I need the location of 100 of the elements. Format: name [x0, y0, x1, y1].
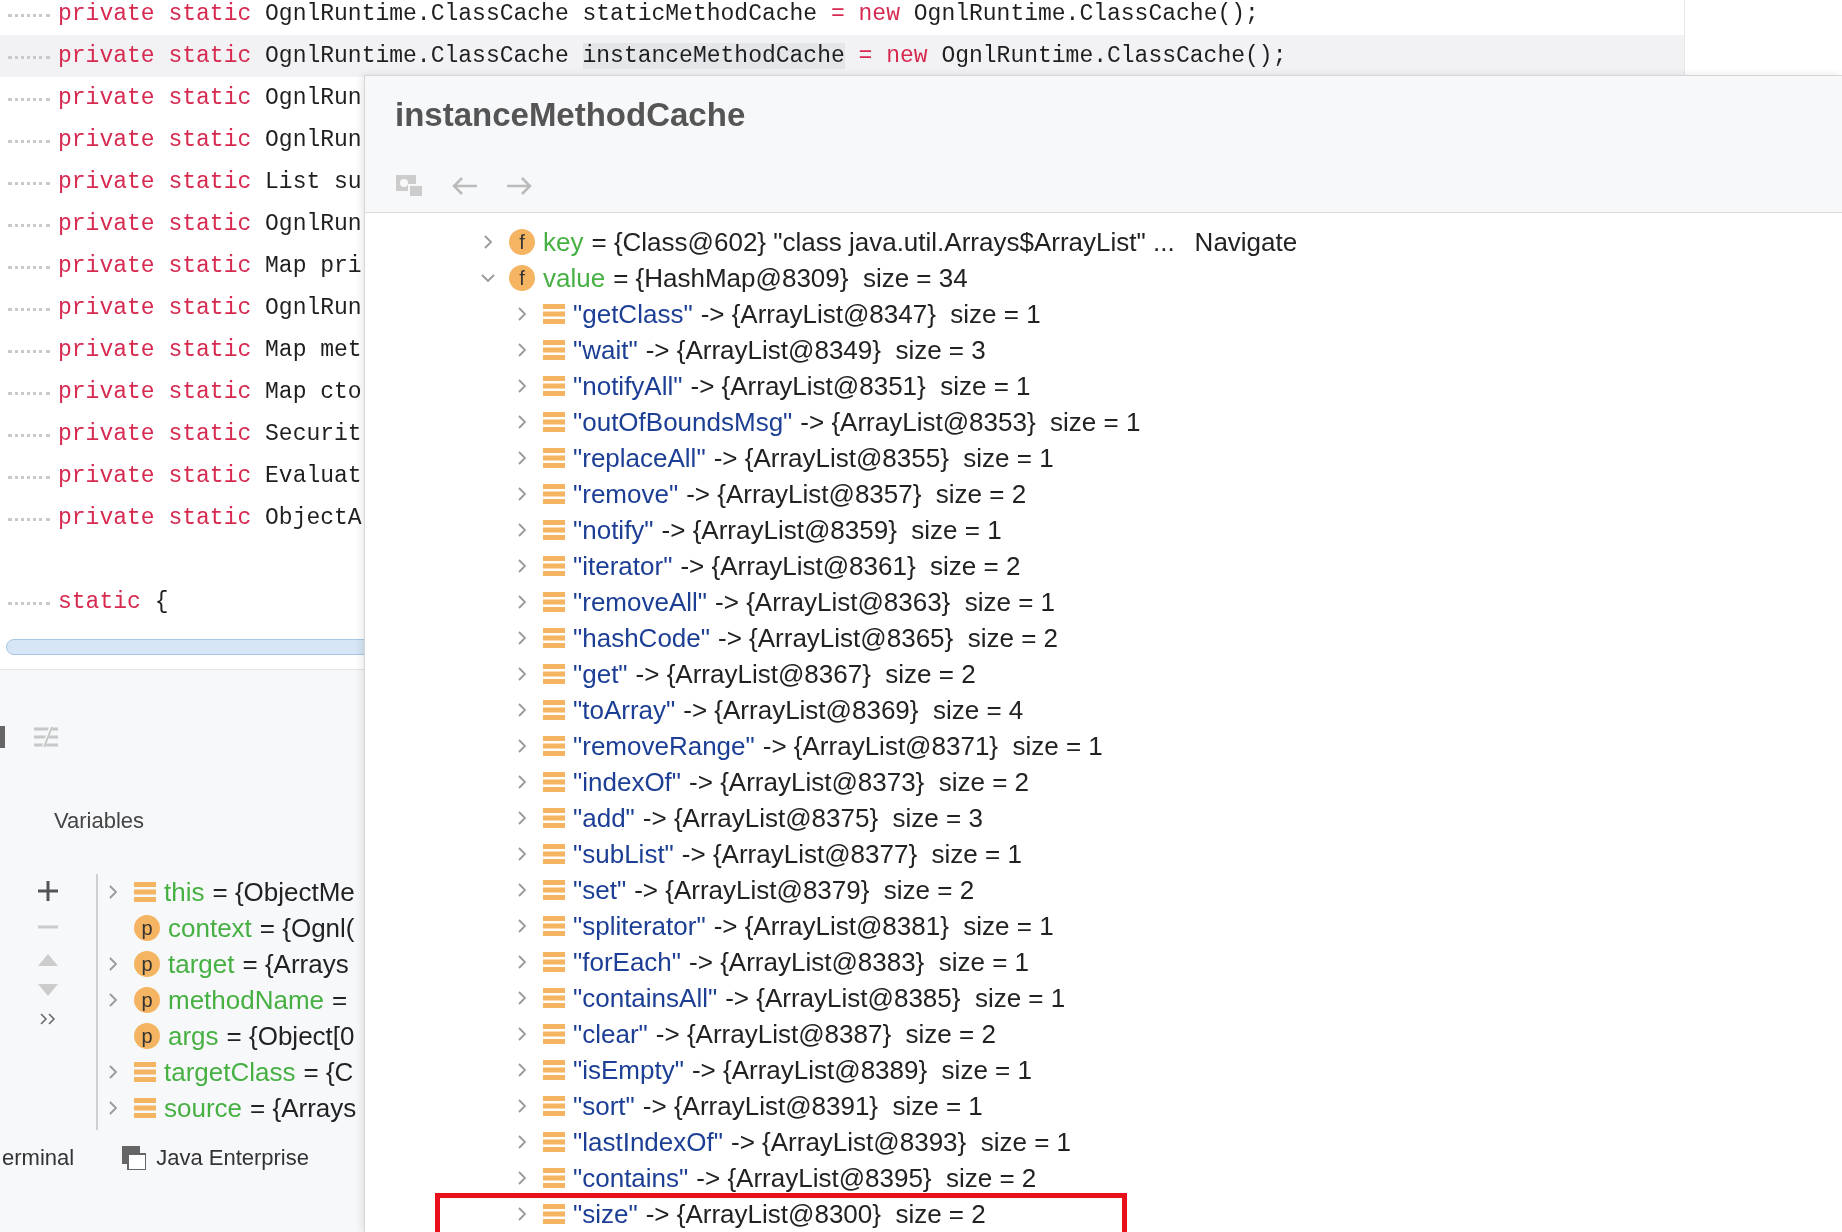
map-value: -> {ArrayList@8395} size = 2	[696, 1162, 1037, 1194]
variable-name: args	[168, 1020, 219, 1052]
tool-window-tab[interactable]: Java Enterprise	[122, 1145, 309, 1171]
variable-name: targetClass	[164, 1056, 296, 1088]
list-icon	[543, 843, 565, 865]
map-key: "getClass"	[573, 298, 693, 330]
code-text: Evaluat	[265, 463, 362, 489]
list-icon	[543, 591, 565, 613]
list-icon	[543, 879, 565, 901]
parameter-icon: p	[134, 915, 160, 941]
list-icon	[543, 1023, 565, 1045]
camera-icon[interactable]	[395, 173, 425, 199]
map-value: -> {ArrayList@8377} size = 1	[681, 838, 1022, 870]
list-icon	[543, 375, 565, 397]
map-key: "indexOf"	[573, 766, 682, 798]
field-name: key	[543, 226, 584, 258]
map-key: "toArray"	[573, 694, 676, 726]
list-icon	[543, 339, 565, 361]
code-keyword: private static	[58, 85, 253, 111]
field-icon: f	[509, 229, 535, 255]
map-value: -> {ArrayList@8361} size = 2	[680, 550, 1021, 582]
map-key: "spliterator"	[573, 910, 706, 942]
map-key: "contains"	[573, 1162, 689, 1194]
map-key: "clear"	[573, 1018, 648, 1050]
code-keyword: private static	[58, 127, 253, 153]
whitespace-marker	[8, 305, 50, 311]
map-value: -> {ArrayList@8353} size = 1	[800, 406, 1141, 438]
code-text: OgnlRun	[265, 211, 362, 237]
tool-window-tab[interactable]: erminal	[2, 1145, 75, 1171]
map-key: "get"	[573, 658, 628, 690]
map-key: "notifyAll"	[573, 370, 683, 402]
code-keyword: = new	[830, 1, 901, 27]
code-text: Securit	[265, 421, 362, 447]
add-icon[interactable]	[37, 880, 59, 902]
code-keyword: private static	[58, 505, 253, 531]
filter-list-icon[interactable]	[33, 726, 59, 748]
list-icon	[543, 483, 565, 505]
field-name: value	[543, 262, 606, 294]
map-key: "wait"	[573, 334, 638, 366]
map-key: "notify"	[573, 514, 654, 546]
list-icon	[543, 771, 565, 793]
map-value: -> {ArrayList@8375} size = 3	[642, 802, 983, 834]
list-icon	[543, 663, 565, 685]
code-text: OgnlRuntime.ClassCache	[265, 43, 570, 69]
map-value: -> {ArrayList@8369} size = 4	[683, 694, 1024, 726]
list-icon	[543, 555, 565, 577]
map-value: -> {ArrayList@8359} size = 1	[661, 514, 1002, 546]
map-key: "sort"	[573, 1090, 635, 1122]
more-icon[interactable]	[39, 1012, 57, 1026]
list-icon	[543, 411, 565, 433]
map-key: "outOfBoundsMsg"	[573, 406, 793, 438]
parameter-icon: p	[134, 951, 160, 977]
code-keyword: private static	[58, 253, 253, 279]
map-value: -> {ArrayList@8365} size = 2	[718, 622, 1059, 654]
code-text: List su	[265, 169, 362, 195]
map-value: -> {ArrayList@8387} size = 2	[655, 1018, 996, 1050]
field-value: = {HashMap@8309} size = 34	[613, 262, 968, 294]
list-icon	[543, 699, 565, 721]
whitespace-marker	[8, 389, 50, 395]
list-icon	[543, 303, 565, 325]
map-value: -> {ArrayList@8363} size = 1	[715, 586, 1056, 618]
list-icon	[543, 1095, 565, 1117]
whitespace-marker	[8, 599, 50, 605]
code-text: Map cto	[265, 379, 362, 405]
map-value: -> {ArrayList@8300} size = 2	[645, 1198, 986, 1230]
map-value: -> {ArrayList@8381} size = 1	[713, 910, 1054, 942]
map-value: -> {ArrayList@8391} size = 1	[642, 1090, 983, 1122]
map-key: "replaceAll"	[573, 442, 706, 474]
code-keyword: static	[58, 589, 142, 615]
variable-name: this	[164, 876, 205, 908]
back-arrow-icon[interactable]	[451, 175, 479, 197]
list-icon	[543, 951, 565, 973]
parameter-icon: p	[134, 987, 160, 1013]
down-arrow-icon[interactable]	[37, 982, 59, 998]
map-key: "containsAll"	[573, 982, 718, 1014]
navigate-link[interactable]: Navigate	[1194, 226, 1298, 258]
whitespace-marker	[8, 431, 50, 437]
variable-value: = {Object[0	[226, 1020, 355, 1052]
code-keyword: private static	[58, 43, 253, 69]
list-icon	[134, 1097, 156, 1119]
list-icon	[543, 1131, 565, 1153]
code-text: OgnlRuntime.ClassCache staticMethodCache	[265, 1, 819, 27]
map-key: "isEmpty"	[573, 1054, 684, 1086]
whitespace-marker	[8, 95, 50, 101]
list-icon	[543, 987, 565, 1009]
enterprise-icon	[122, 1146, 147, 1170]
map-key: "lastIndexOf"	[573, 1126, 723, 1158]
up-arrow-icon[interactable]	[37, 952, 59, 968]
list-icon	[134, 881, 156, 903]
list-icon	[543, 915, 565, 937]
code-keyword: private static	[58, 211, 253, 237]
map-key: "hashCode"	[573, 622, 710, 654]
map-value: -> {ArrayList@8379} size = 2	[634, 874, 975, 906]
forward-arrow-icon[interactable]	[505, 175, 533, 197]
code-text: OgnlRun	[265, 85, 362, 111]
field-value: = {Class@602} "class java.util.Arrays$ArrayList" ...	[591, 226, 1175, 258]
list-icon	[543, 1167, 565, 1189]
variable-value: =	[332, 984, 348, 1016]
whitespace-marker	[8, 179, 50, 185]
code-text: ObjectA	[265, 505, 362, 531]
